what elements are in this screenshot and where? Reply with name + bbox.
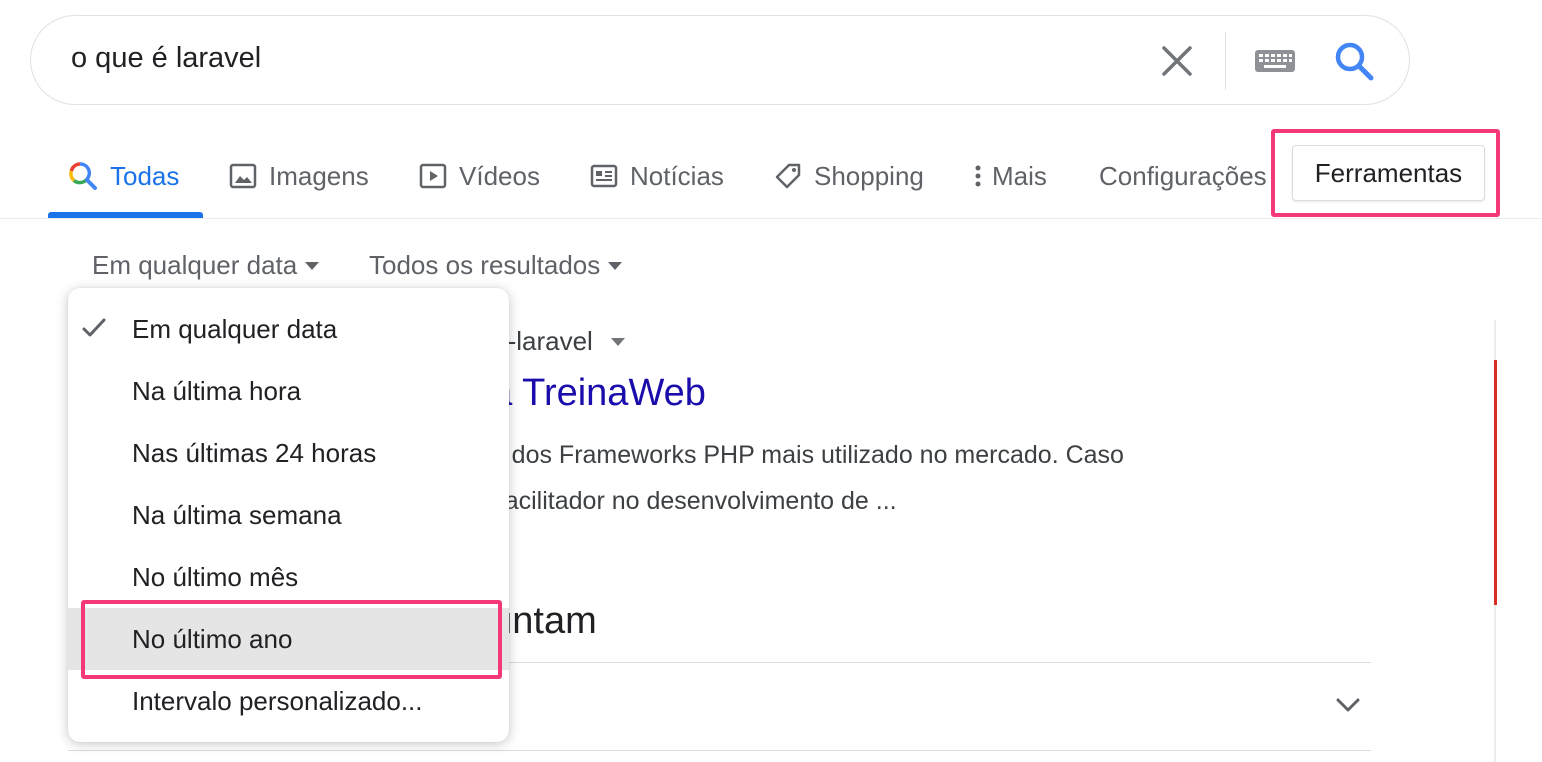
caret-down-icon[interactable] bbox=[610, 337, 625, 346]
tabs-divider bbox=[0, 218, 1542, 219]
tab-mais[interactable]: Mais bbox=[972, 156, 1047, 196]
tag-icon bbox=[774, 162, 802, 190]
checkmark-icon bbox=[82, 318, 106, 337]
tab-label: Imagens bbox=[269, 160, 369, 191]
tab-imagens[interactable]: Imagens bbox=[229, 156, 369, 196]
snippet-line: m facilitador no desenvolvimento de ... bbox=[470, 487, 897, 515]
tab-label: Shopping bbox=[814, 160, 924, 191]
menu-item-last-hour[interactable]: Na última hora bbox=[68, 360, 509, 422]
menu-item-last-24-hours[interactable]: Nas últimas 24 horas bbox=[68, 422, 509, 484]
tab-label: Vídeos bbox=[459, 160, 540, 191]
tab-videos[interactable]: Vídeos bbox=[419, 156, 540, 196]
more-vertical-icon bbox=[972, 162, 984, 190]
paa-divider bbox=[68, 750, 1371, 751]
search-input[interactable]: o que é laravel bbox=[71, 42, 261, 75]
chevron-down-icon[interactable] bbox=[1330, 690, 1366, 720]
menu-item-label: Em qualquer data bbox=[132, 313, 338, 344]
clear-icon[interactable] bbox=[1155, 41, 1199, 81]
menu-item-label: Intervalo personalizado... bbox=[132, 685, 423, 716]
tab-configuracoes[interactable]: Configurações bbox=[1099, 156, 1267, 196]
menu-item-label: Na última semana bbox=[132, 499, 342, 530]
tab-label: Todas bbox=[110, 160, 180, 191]
tab-noticias[interactable]: Notícias bbox=[590, 156, 724, 196]
menu-item-label: No último mês bbox=[132, 561, 299, 592]
result-snippet: um dos Frameworks PHP mais utilizado no … bbox=[470, 432, 1290, 524]
search-bar[interactable]: o que é laravel bbox=[30, 15, 1410, 105]
menu-item-last-month[interactable]: No último mês bbox=[68, 546, 509, 608]
tab-label: Configurações bbox=[1099, 160, 1267, 191]
tools-highlight-box bbox=[1271, 129, 1500, 217]
last-year-highlight-box bbox=[81, 600, 502, 679]
keyboard-icon[interactable] bbox=[1253, 46, 1297, 76]
caret-down-icon bbox=[608, 261, 623, 270]
search-icon[interactable] bbox=[1333, 40, 1375, 82]
date-filter-dropdown[interactable]: Em qualquer data bbox=[92, 250, 320, 281]
tab-shopping[interactable]: Shopping bbox=[774, 156, 924, 196]
news-icon bbox=[590, 162, 618, 190]
image-icon bbox=[229, 162, 257, 190]
snippet-line: um dos Frameworks PHP mais utilizado no … bbox=[470, 441, 1124, 469]
menu-item-custom-range[interactable]: Intervalo personalizado... bbox=[68, 670, 509, 732]
results-filter-label: Todos os resultados bbox=[369, 250, 601, 280]
menu-item-last-week[interactable]: Na última semana bbox=[68, 484, 509, 546]
date-filter-label: Em qualquer data bbox=[92, 250, 298, 280]
play-icon bbox=[419, 162, 447, 190]
right-panel-accent bbox=[1494, 360, 1497, 605]
tab-todas[interactable]: Todas bbox=[68, 156, 179, 196]
results-filter-dropdown[interactable]: Todos os resultados bbox=[369, 250, 623, 281]
menu-item-label: Na última hora bbox=[132, 375, 302, 406]
tab-label: Mais bbox=[992, 160, 1047, 191]
search-multicolor-icon bbox=[68, 161, 98, 191]
tab-label: Notícias bbox=[630, 160, 724, 191]
menu-item-label: Nas últimas 24 horas bbox=[132, 437, 377, 468]
caret-down-icon bbox=[305, 261, 320, 270]
menu-item-any-time[interactable]: Em qualquer data bbox=[68, 298, 509, 360]
searchbar-divider bbox=[1225, 32, 1226, 90]
